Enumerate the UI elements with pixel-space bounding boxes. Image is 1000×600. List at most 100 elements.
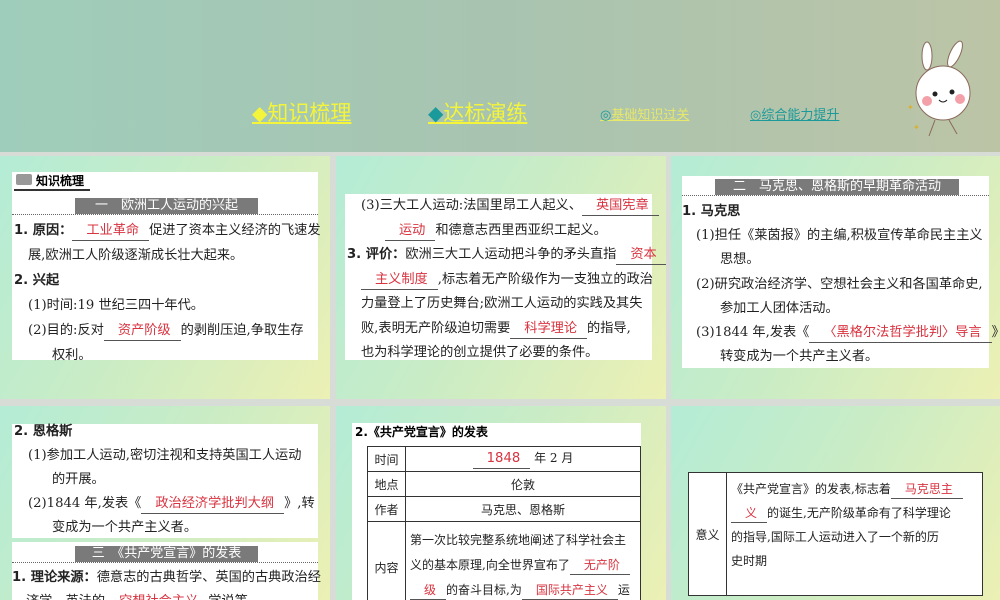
svg-text:✦: ✦ bbox=[907, 103, 914, 112]
book-stack-icon bbox=[16, 174, 32, 185]
text-line: 1. 原因： 工业革命 促进了资本主义经济的飞速发 bbox=[14, 218, 321, 243]
diamond-icon: ◆ bbox=[252, 101, 268, 125]
text-segment: 败,表明无产阶级迫切需要 bbox=[361, 320, 511, 336]
text-segment: 变成为一个共产主义者。 bbox=[52, 520, 198, 535]
nav-label: 达标演练 bbox=[443, 101, 528, 125]
text-line: 变成为一个共产主义者。 bbox=[14, 516, 318, 540]
content-card: 知识梳理 一 欧洲工人运动的兴起 1. 原因： 工业革命 促进了资本主义经济的飞速发… bbox=[12, 172, 321, 363]
text-line: 级的奋斗目标,为 国际共产主义运 bbox=[410, 578, 636, 600]
text-segment: (1)时间:19 世纪三四十年代。 bbox=[28, 298, 204, 313]
item-heading: 2. 恩格斯 bbox=[14, 424, 73, 439]
text-segment: 转变成为一个共产主义者。 bbox=[720, 349, 879, 365]
divider bbox=[12, 562, 318, 563]
text-segment: (1)担任《莱茵报》的主编,积极宣传革命民主主义 bbox=[696, 228, 983, 244]
text-line: 运动 和德意志西里西亚织工起义。 bbox=[347, 219, 652, 244]
answer-blank: 〈黑格尔法哲学批判〉导言 bbox=[809, 324, 992, 343]
knowledge-logo: 知识梳理 bbox=[14, 172, 91, 191]
text-line: 转变成为一个共产主义者。 bbox=[682, 345, 989, 369]
answer-blank: 科学理论 bbox=[510, 320, 588, 339]
table-row: 作者 马克思、恩格斯 bbox=[367, 496, 641, 522]
text-line: (2)研究政治经济学、空想社会主义和各国革命史, bbox=[682, 273, 989, 297]
item-heading: 1. 原因： bbox=[14, 223, 73, 238]
answer-blank: 资本 bbox=[616, 246, 666, 265]
answer-blank: 运动 bbox=[385, 222, 436, 241]
row-label: 内容 bbox=[367, 521, 406, 600]
text-segment: ,标志着无产阶级作为一支独立的政治 bbox=[437, 271, 653, 287]
text-segment: 运 bbox=[617, 583, 630, 597]
divider bbox=[12, 214, 318, 215]
answer-blank: 义 bbox=[731, 504, 768, 523]
panel-5: 2.《共产党宣言》的发表 时间 1848 年 2 月 地点 伦敦 作者 马克思、恩格斯… bbox=[336, 406, 666, 600]
item-heading: 3. 评价： bbox=[347, 247, 406, 262]
row-label: 地点 bbox=[367, 471, 406, 497]
text-segment: 的诞生,无产阶级革命有了科学理论 bbox=[767, 506, 951, 520]
text-line: (1)担任《莱茵报》的主编,积极宣传革命民主主义 bbox=[682, 224, 989, 248]
text-line: 2. 兴起 bbox=[14, 268, 318, 293]
svg-text:✦: ✦ bbox=[913, 123, 920, 132]
table-row: 内容 第一次比较完整系统地阐述了科学社会主义的基本原理,向全世界宣布了 无产阶级的奋… bbox=[367, 521, 641, 600]
item-heading: 2. 兴起 bbox=[14, 273, 60, 288]
nav-label: 综合能力提升 bbox=[761, 108, 840, 123]
text-segment: 思想。 bbox=[720, 252, 760, 268]
panel-3: 二 马克思、恩格斯的早期革命活动 1. 马克思 (1)担任《莱茵报》的主编,积极宣… bbox=[671, 156, 1000, 399]
diamond-icon: ◆ bbox=[428, 101, 444, 125]
text-line: 主义制度 ,标志着无产阶级作为一支独立的政治 bbox=[347, 268, 653, 293]
text-line: (1)参加工人运动,密切注视和支持英国工人运动 bbox=[14, 444, 318, 468]
text-line: 力量登上了历史舞台;欧洲工人运动的实践及其失 bbox=[347, 292, 652, 317]
answer-blank: 政治经济学批判大纲 bbox=[141, 495, 285, 514]
text-segment: (2)1844 年,发表《 bbox=[28, 496, 142, 511]
text-line: 展,欧洲工人阶级逐渐成长壮大起来。 bbox=[14, 243, 318, 268]
text-line: 济学、英法的空想社会主义学说等。 bbox=[12, 590, 318, 600]
nav-knowledge-link[interactable]: ◆知识梳理 bbox=[252, 97, 351, 127]
target-icon: ◎ bbox=[750, 108, 762, 123]
text-line: 义的基本原理,向全世界宣布了 无产阶 bbox=[410, 553, 636, 578]
text-line: 《共产党宣言》的发表,标志着 马克思主 bbox=[731, 477, 978, 501]
text-segment: 权利。 bbox=[52, 348, 92, 363]
content-card: 2.《共产党宣言》的发表 时间 1848 年 2 月 地点 伦敦 作者 马克思、恩格斯… bbox=[352, 423, 641, 600]
text-line: 1. 理论来源：德意志的古典哲学、英国的古典政治经 bbox=[12, 566, 321, 590]
text-line: 败,表明无产阶级迫切需要 科学理论 的指导, bbox=[347, 317, 652, 342]
text-segment: 的指导, bbox=[587, 320, 631, 336]
text-segment: 的开展。 bbox=[52, 472, 105, 487]
target-icon: ◎ bbox=[600, 108, 612, 123]
text-segment: 也为科学理论的创立提供了必要的条件。 bbox=[361, 345, 599, 360]
content-card: 二 马克思、恩格斯的早期革命活动 1. 马克思 (1)担任《莱茵报》的主编,积极宣… bbox=[682, 176, 1000, 369]
cell-text: 年 2 月 bbox=[534, 451, 574, 465]
nav-ability-link[interactable]: ◎综合能力提升 bbox=[750, 104, 839, 123]
nav-practice-link[interactable]: ◆达标演练 bbox=[428, 97, 527, 127]
text-segment: 》, bbox=[992, 325, 1000, 340]
text-segment: (2)研究政治经济学、空想社会主义和各国革命史, bbox=[696, 276, 983, 292]
text-segment: 欧洲三大工人运动把斗争的矛头直指 bbox=[405, 247, 617, 262]
text-line: 参加工人团体活动。 bbox=[682, 297, 989, 321]
text-line: (3)1844 年,发表《〈黑格尔法哲学批判〉导言》, bbox=[682, 321, 1000, 345]
meaning-table: 意义 《共产党宣言》的发表,标志着 马克思主义的诞生,无产阶级革命有了科学理论 的指导… bbox=[688, 472, 983, 596]
text-segment: 展,欧洲工人阶级逐渐成长壮大起来。 bbox=[28, 248, 244, 263]
table-row: 地点 伦敦 bbox=[367, 471, 641, 497]
table-row: 意义 《共产党宣言》的发表,标志着 马克思主义的诞生,无产阶级革命有了科学理论 的指导… bbox=[688, 472, 983, 596]
table-title: 2.《共产党宣言》的发表 bbox=[355, 425, 488, 439]
table-row: 时间 1848 年 2 月 bbox=[367, 446, 641, 472]
answer-blank: 马克思主 bbox=[890, 480, 963, 499]
nav-label: 基础知识过关 bbox=[611, 108, 690, 123]
text-line: 也为科学理论的创立提供了必要的条件。 bbox=[347, 341, 652, 366]
content-card: 三 《共产党宣言》的发表 1. 理论来源：德意志的古典哲学、英国的古典政治经济学… bbox=[12, 542, 321, 600]
logo-label: 知识梳理 bbox=[36, 174, 85, 188]
nav-basic-link[interactable]: ◎基础知识过关 bbox=[600, 104, 689, 123]
content-card: (3)三大工人运动:法国里昂工人起义、 英国宪章 运动 和德意志西里西亚织工起义。 3.… bbox=[345, 194, 666, 360]
text-segment: (2)目的:反对 bbox=[28, 323, 104, 338]
text-segment: (3)三大工人运动:法国里昂工人起义、 bbox=[361, 198, 582, 213]
content-card: 意义 《共产党宣言》的发表,标志着 马克思主义的诞生,无产阶级革命有了科学理论 的指导… bbox=[688, 472, 983, 596]
divider bbox=[682, 195, 989, 196]
text-segment: 第一次比较完整系统地阐述了科学社会主 bbox=[410, 533, 627, 547]
answer-blank: 级 bbox=[410, 581, 447, 600]
panel-6: 意义 《共产党宣言》的发表,标志着 马克思主义的诞生,无产阶级革命有了科学理论 的指导… bbox=[671, 406, 1000, 600]
text-line: 第一次比较完整系统地阐述了科学社会主 bbox=[410, 528, 636, 553]
section-header-3: 三 《共产党宣言》的发表 bbox=[75, 546, 258, 562]
text-segment: 促进了资本主义经济的飞速发 bbox=[149, 223, 321, 238]
text-line: 1. 马克思 bbox=[682, 200, 989, 224]
row-label: 作者 bbox=[367, 496, 406, 522]
answer-blank: 1848 bbox=[472, 450, 531, 469]
answer-blank: 国际共产主义 bbox=[521, 581, 618, 600]
text-line: 权利。 bbox=[14, 343, 318, 368]
text-line: (2)目的:反对 资产阶级 的剥削压迫,争取生存 bbox=[14, 318, 318, 343]
